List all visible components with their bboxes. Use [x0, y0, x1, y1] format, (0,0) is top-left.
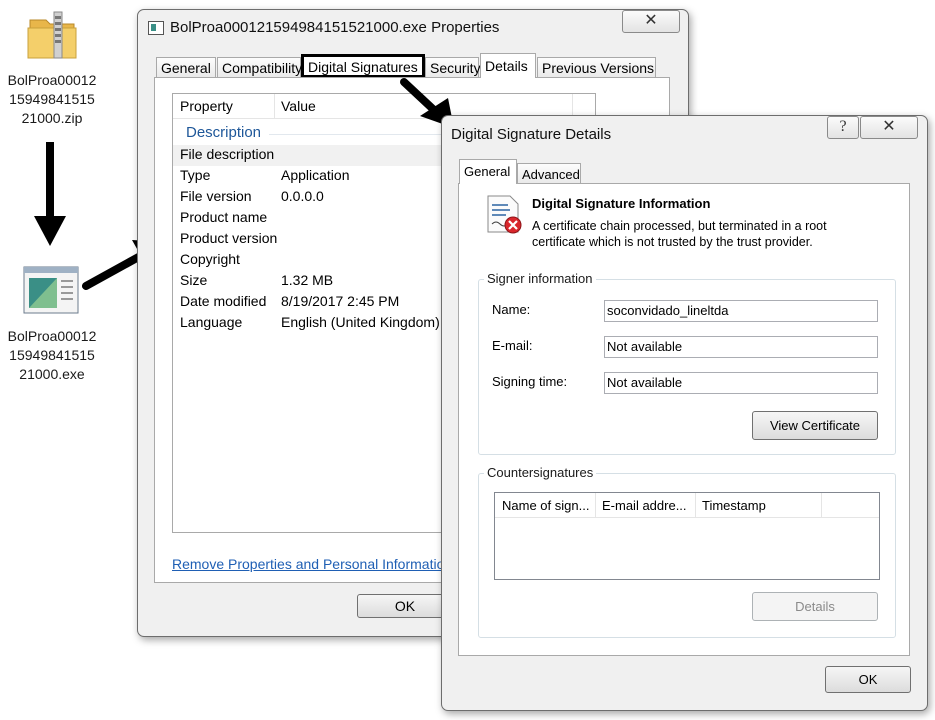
property-value: Application: [281, 167, 350, 183]
property-value: English (United Kingdom): [281, 314, 440, 330]
property-name: File version: [180, 188, 252, 204]
signing-time-label: Signing time:: [492, 374, 568, 389]
down-arrow-icon: [30, 140, 70, 250]
general-panel: Digital Signature Information A certific…: [458, 183, 910, 656]
property-value: 8/19/2017 2:45 PM: [281, 293, 400, 309]
info-title: Digital Signature Information: [532, 196, 711, 211]
property-value: 1.32 MB: [281, 272, 334, 288]
certificate-error-icon: [484, 194, 524, 236]
name-label: Name:: [492, 302, 531, 317]
properties-title: BolProa000121594984151521000.exe Propert…: [170, 19, 500, 36]
column-name-of-signer[interactable]: Name of sign...: [502, 498, 589, 513]
close-button[interactable]: ✕: [622, 10, 680, 33]
close-icon: ✕: [882, 118, 896, 135]
close-icon: ✕: [644, 12, 658, 29]
details-button[interactable]: Details: [752, 592, 878, 621]
signer-information-label: Signer information: [484, 271, 596, 286]
info-text: A certificate chain processed, but termi…: [532, 219, 827, 249]
view-certificate-button[interactable]: View Certificate: [752, 411, 878, 440]
zip-file-label[interactable]: BolProa00012 15949841515 21000.zip: [2, 71, 102, 128]
application-icon[interactable]: [23, 266, 79, 314]
property-value: 0.0.0.0: [281, 188, 324, 204]
exe-file-label[interactable]: BolProa00012 15949841515 21000.exe: [2, 327, 102, 384]
tab-advanced[interactable]: Advanced: [517, 163, 581, 184]
property-name: File description: [180, 146, 275, 162]
property-name: Product name: [180, 209, 268, 225]
property-name: Date modified: [180, 293, 267, 309]
tab-compatibility[interactable]: Compatibility: [217, 57, 302, 78]
remove-properties-link[interactable]: Remove Properties and Personal Informati…: [172, 556, 452, 572]
name-field[interactable]: soconvidado_lineltda: [604, 300, 878, 322]
signing-time-field[interactable]: Not available: [604, 372, 878, 394]
zip-folder-icon[interactable]: [24, 8, 80, 64]
close-button[interactable]: ✕: [860, 116, 918, 139]
countersignatures-list: Name of sign... E-mail addre... Timestam…: [494, 492, 880, 580]
list-header: Name of sign... E-mail addre... Timestam…: [495, 493, 879, 518]
property-name: Product version: [180, 230, 278, 246]
column-email-address[interactable]: E-mail addre...: [602, 498, 687, 513]
column-divider: [821, 493, 822, 517]
email-field[interactable]: Not available: [604, 336, 878, 358]
column-property[interactable]: Property: [180, 98, 233, 114]
signer-information-group: Signer information Name: soconvidado_lin…: [478, 271, 896, 455]
ok-button[interactable]: OK: [357, 594, 453, 618]
tab-general[interactable]: General: [156, 57, 216, 78]
email-label: E-mail:: [492, 338, 533, 353]
ok-button[interactable]: OK: [825, 666, 911, 693]
column-timestamp[interactable]: Timestamp: [702, 498, 766, 513]
property-name: Copyright: [180, 251, 240, 267]
tab-general[interactable]: General: [459, 159, 517, 184]
property-name: Language: [180, 314, 243, 330]
column-divider: [595, 493, 596, 517]
countersignatures-label: Countersignatures: [484, 465, 597, 480]
countersignatures-group: Countersignatures Name of sign... E-mail…: [478, 465, 896, 638]
signature-details-window: Digital Signature Details ? ✕ General Ad…: [441, 115, 928, 711]
tab-security[interactable]: Security: [425, 57, 481, 78]
section-description: Description: [186, 124, 262, 141]
tab-previous-versions[interactable]: Previous Versions: [537, 57, 656, 78]
window-app-icon: [148, 21, 164, 35]
tab-digital-signatures[interactable]: Digital Signatures: [301, 54, 425, 78]
column-value[interactable]: Value: [281, 98, 316, 114]
column-divider: [695, 493, 696, 517]
property-name: Type: [180, 167, 211, 183]
tab-details[interactable]: Details: [480, 53, 536, 78]
help-button[interactable]: ?: [827, 116, 859, 139]
signature-details-title: Digital Signature Details: [451, 126, 612, 143]
property-name: Size: [180, 272, 208, 288]
help-icon: ?: [839, 118, 847, 135]
column-divider: [274, 94, 275, 118]
